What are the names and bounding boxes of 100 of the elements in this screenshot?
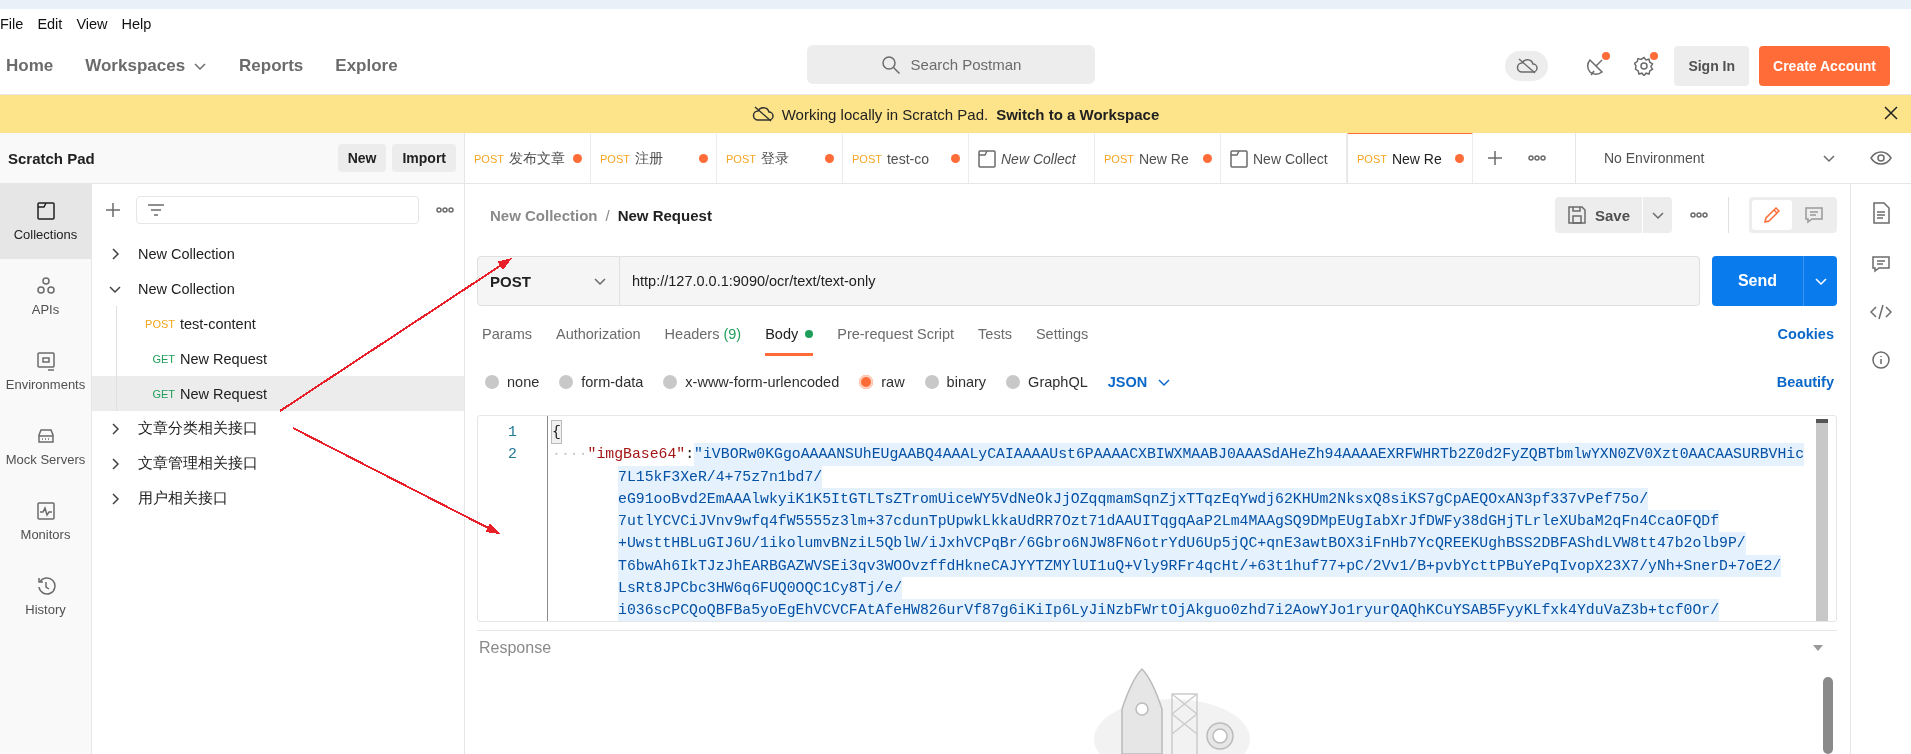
rail-item[interactable]: APIs bbox=[0, 259, 91, 334]
request-name: New Request bbox=[180, 350, 268, 367]
method-label: POST bbox=[1104, 152, 1134, 165]
info-icon[interactable] bbox=[1871, 350, 1891, 370]
save-options-button[interactable] bbox=[1642, 197, 1672, 233]
language-dropdown[interactable]: JSON bbox=[1107, 374, 1172, 390]
settings-icon bbox=[1634, 56, 1655, 76]
import-button[interactable]: Import bbox=[392, 144, 456, 172]
more-icon[interactable] bbox=[1528, 155, 1546, 161]
caret-icon[interactable] bbox=[1813, 644, 1823, 651]
rail-item[interactable]: History bbox=[0, 559, 91, 634]
request-section-tab[interactable]: Tests bbox=[978, 312, 1012, 356]
switch-workspace-link[interactable]: Switch to a Workspace bbox=[996, 105, 1160, 123]
tab-title: test-co bbox=[886, 150, 929, 167]
json-key: "imgBase64" bbox=[587, 443, 686, 466]
collection-item[interactable]: 文章分类相关接口 bbox=[92, 411, 464, 446]
rail-item[interactable]: Collections bbox=[0, 184, 91, 259]
request-item[interactable]: POST test-content bbox=[92, 306, 464, 341]
scrollbar[interactable] bbox=[1823, 677, 1833, 754]
environment-dropdown[interactable]: No Environment bbox=[1575, 133, 1850, 183]
eye-icon[interactable] bbox=[1869, 150, 1892, 166]
radio-label: none bbox=[507, 374, 540, 390]
filter-field[interactable] bbox=[136, 196, 419, 224]
json-value: eG91ooBvd2EmAAAlwkyiK1K5ItGTLTsZTromUiceWY5VdNeOkJjOZqqmamSqnZjxTTqzEqYwdj62KHUm2NksxQ8siKS7gCpAEQOxAN3pf337vPef75o/ bbox=[618, 487, 1649, 511]
menu-item[interactable]: Edit bbox=[37, 15, 63, 32]
request-title: New Request bbox=[617, 206, 712, 224]
json-value: i036scPCQoQBFBa5yoEgEhVCVCFAtAfeHW826urVf87g6iKiIp6LyJiNzbFWrtOjAkguo0zhd7i2AowYJo1ryurQAQhKCuYSAB5FyyKLfxk4YduVaZ3b+tcf0Or/ bbox=[618, 599, 1720, 621]
tab-title: New Re bbox=[1391, 150, 1442, 167]
new-button[interactable]: New bbox=[337, 144, 387, 172]
request-section-tab[interactable]: Headers (9) bbox=[664, 312, 742, 356]
line-number: 2 bbox=[508, 445, 517, 465]
radio-label: form-data bbox=[581, 374, 644, 390]
more-icon[interactable] bbox=[436, 207, 454, 213]
tab-title: 登录 bbox=[760, 149, 789, 168]
radio-button[interactable] bbox=[663, 375, 678, 389]
nav-item[interactable]: Explore bbox=[335, 56, 398, 76]
request-item[interactable]: GET New Request bbox=[92, 376, 464, 411]
rail-item[interactable]: Monitors bbox=[0, 484, 91, 559]
request-section-tab[interactable]: Params bbox=[482, 312, 532, 356]
request-section-tab[interactable]: Authorization bbox=[555, 312, 641, 356]
monitor-icon bbox=[35, 501, 56, 521]
collection-item[interactable]: 用户相关接口 bbox=[92, 481, 464, 516]
code-icon[interactable] bbox=[1870, 304, 1892, 320]
nav-item[interactable]: Home bbox=[6, 56, 54, 76]
banner-text: Working locally in Scratch Pad. bbox=[781, 105, 989, 123]
json-value: "iVBORw0KGgoAAAANSUhEUgAABQ4AAALyCAIAAAAUst6PAAAACXBIWXMAABJ0AAASdAHeZh94AAAAEXRFWHRTb2Z0d2FyZQBTbmlwYXN0ZV0Xzt0AACAASURBVHic bbox=[694, 443, 1805, 466]
sign-in-button[interactable]: Sign In bbox=[1674, 46, 1750, 86]
radio-button[interactable] bbox=[1006, 375, 1021, 389]
collection-icon bbox=[1230, 149, 1248, 168]
rail-item[interactable]: Environments bbox=[0, 334, 91, 409]
collection-item[interactable]: New Collection bbox=[92, 271, 464, 306]
menu-item[interactable]: Help bbox=[121, 15, 152, 32]
method-label: POST bbox=[144, 317, 176, 330]
plus-icon[interactable] bbox=[1486, 149, 1504, 167]
request-name: test-content bbox=[180, 315, 256, 332]
nav-item[interactable]: Workspaces bbox=[85, 56, 208, 76]
collection-item[interactable]: 文章管理相关接口 bbox=[92, 446, 464, 481]
request-tab[interactable]: POST New Re bbox=[1347, 132, 1473, 183]
radio-button[interactable] bbox=[859, 375, 874, 389]
json-value: T6bwAh6IkTJzJhEARBGAZWVSEi3qv3WOOvzffdHkneCAJYYTZMYlUI1uQ+Vly9RFr4qcHt/+63t1huf77+pC/2Vv1/B+pvbYcttPBuYePqIvopX23X7/yNh+SnerD+7oE2/ bbox=[618, 554, 1782, 578]
close-icon[interactable] bbox=[1883, 105, 1899, 121]
rail-item[interactable]: Mock Servers bbox=[0, 409, 91, 484]
workspace-title: Scratch Pad bbox=[8, 149, 95, 167]
method-label: POST bbox=[474, 152, 504, 165]
collection-icon bbox=[978, 149, 996, 168]
code-text: : bbox=[685, 445, 695, 465]
url-field[interactable]: http://127.0.0.1:9090/ocr/text/text-only bbox=[620, 256, 1700, 306]
request-item[interactable]: GET New Request bbox=[92, 341, 464, 376]
menu-item[interactable]: View bbox=[76, 15, 108, 32]
save-icon bbox=[1566, 205, 1587, 225]
search-field[interactable]: Search Postman bbox=[807, 45, 1095, 84]
edit-button[interactable] bbox=[1752, 200, 1792, 230]
scrollbar[interactable] bbox=[1816, 419, 1828, 621]
menu-item[interactable]: File bbox=[0, 15, 24, 32]
json-value: +UwsttHBLuGIJ6U/1ikolumvBNziL5QblW/iJxhVCPqBr/6Gbro6NJW8FN6otrYdU6Up5jQC+qnE3awtBOX3iFnHb7YcQREEKUghBSS2DBFAShdLVW8tt47b2olb9P/ bbox=[618, 532, 1746, 555]
radio-label: GraphQL bbox=[1028, 374, 1088, 390]
environments-icon bbox=[35, 351, 56, 371]
comment-icon[interactable] bbox=[1871, 254, 1891, 274]
request-section-tab[interactable]: Body bbox=[765, 312, 814, 356]
nav-item[interactable]: Reports bbox=[239, 56, 304, 76]
beautify-link[interactable]: Beautify bbox=[1776, 374, 1837, 390]
cookies-link[interactable]: Cookies bbox=[1777, 326, 1837, 342]
collection-item[interactable]: New Collection bbox=[92, 236, 464, 271]
method-dropdown[interactable]: POST bbox=[477, 256, 620, 306]
radio-button[interactable] bbox=[559, 375, 574, 389]
request-section-tab[interactable]: Pre-request Script bbox=[837, 312, 955, 356]
method-label: GET bbox=[151, 352, 176, 365]
method-label: POST bbox=[600, 152, 630, 165]
code-text: { bbox=[552, 421, 561, 444]
radio-button[interactable] bbox=[485, 375, 499, 389]
radio-button[interactable] bbox=[924, 375, 939, 389]
plus-icon[interactable] bbox=[104, 201, 122, 219]
collections-icon bbox=[35, 201, 56, 221]
more-icon[interactable] bbox=[1690, 212, 1708, 218]
save-button[interactable]: Save bbox=[1554, 197, 1642, 233]
tab-title: 发布文章 bbox=[508, 149, 565, 168]
document-icon[interactable] bbox=[1872, 202, 1890, 224]
offline-status-button[interactable] bbox=[1505, 51, 1549, 81]
code-editor[interactable] bbox=[477, 415, 1837, 622]
request-section-tab[interactable]: Settings bbox=[1035, 312, 1089, 356]
